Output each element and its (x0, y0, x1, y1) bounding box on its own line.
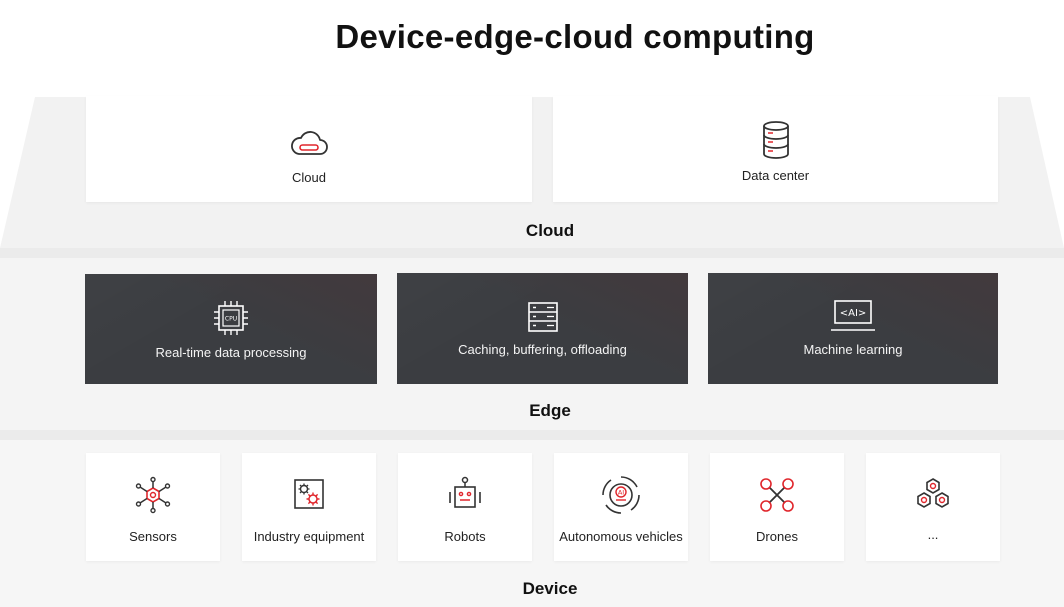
autonomous-vehicle-badge: AI (618, 489, 624, 497)
robot-icon (449, 476, 481, 508)
device-tier-label: Device (522, 579, 578, 598)
more-devices-label: ... (927, 527, 939, 542)
ai-monitor-icon: <AI> (831, 300, 875, 331)
drone-icon (760, 478, 794, 512)
cloud-tier-label: Cloud (525, 221, 575, 240)
cpu-chip-icon: CPU (214, 301, 248, 335)
real-time-processing-card: CPU Real-time data processing (85, 274, 377, 384)
drones-label: Drones (756, 529, 798, 544)
real-time-processing-label: Real-time data processing (155, 345, 307, 360)
more-devices-card: ... (866, 453, 1000, 561)
ai-monitor-text: <AI> (840, 308, 867, 319)
cloud-card: Cloud (86, 96, 532, 202)
gear-equipment-icon (294, 479, 324, 509)
data-center-label: Data center (741, 168, 810, 183)
cpu-chip-text: CPU (225, 316, 237, 323)
cloud-icon (291, 131, 328, 155)
edge-tier-label: Edge (529, 401, 571, 420)
server-rack-icon (527, 302, 558, 332)
industry-equipment-label: Industry equipment (253, 529, 365, 544)
robots-label: Robots (444, 529, 486, 544)
sensors-label: Sensors (129, 529, 177, 544)
drones-card: Drones (710, 453, 844, 561)
autonomous-vehicle-icon: AI (602, 476, 640, 514)
data-center-card: Data center (553, 96, 998, 202)
machine-learning-card: <AI> Machine learning (708, 273, 998, 384)
database-icon (762, 121, 789, 159)
autonomous-vehicles-label: Autonomous vehicles (559, 529, 683, 544)
caching-card: Caching, buffering, offloading (397, 273, 688, 384)
sensors-card: Sensors (86, 453, 220, 561)
caching-label: Caching, buffering, offloading (458, 342, 627, 357)
machine-learning-label: Machine learning (803, 342, 903, 357)
sensor-network-icon (135, 476, 171, 514)
industry-equipment-card: Industry equipment (242, 453, 376, 561)
autonomous-vehicles-card: AI Autonomous vehicles (554, 453, 688, 561)
cloud-label: Cloud (292, 170, 326, 185)
robots-card: Robots (398, 453, 532, 561)
page-title: Device-edge-cloud computing (335, 18, 815, 55)
hexagon-cluster-icon (917, 478, 949, 508)
